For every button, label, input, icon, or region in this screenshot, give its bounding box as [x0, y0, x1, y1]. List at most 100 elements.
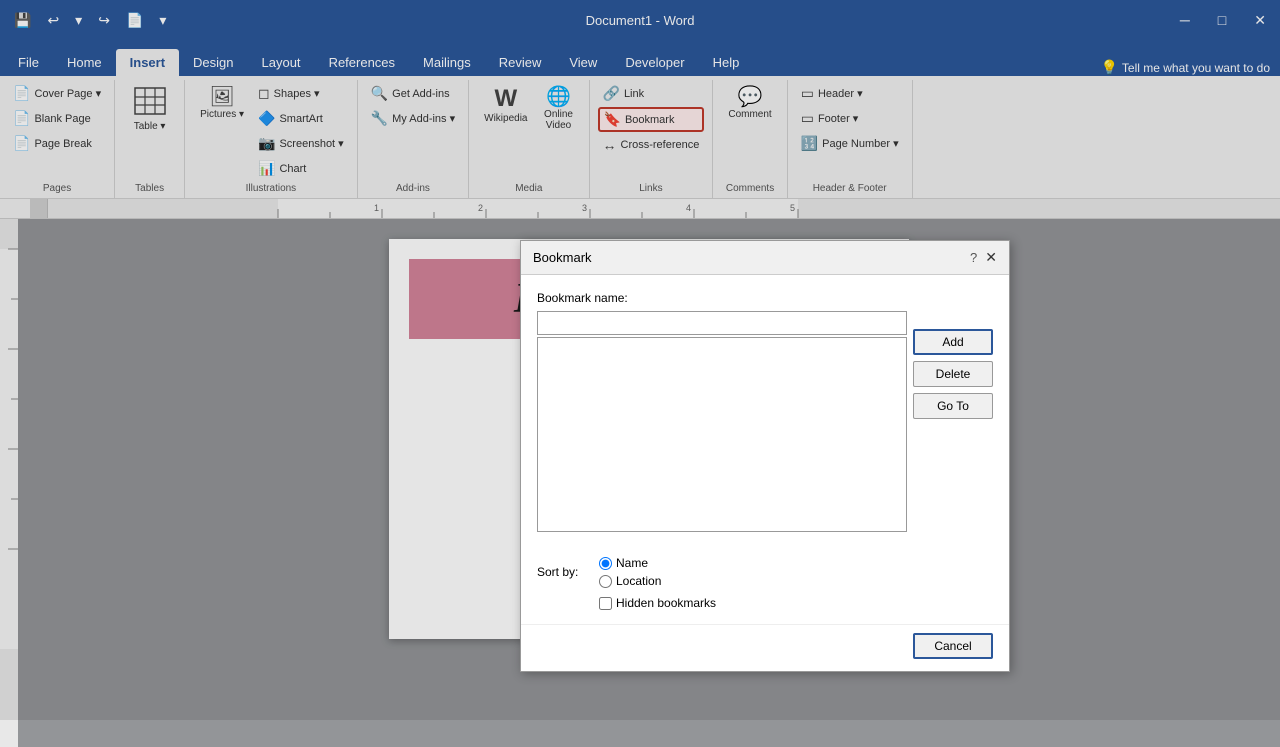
- vertical-ruler: 1 2: [0, 219, 18, 747]
- link-label: Link: [624, 88, 644, 100]
- add-button[interactable]: Add: [913, 329, 993, 355]
- cross-reference-button[interactable]: ↔ Cross-reference: [598, 134, 705, 156]
- get-addins-button[interactable]: 🔍 Get Add-ins: [366, 82, 460, 105]
- dialog-footer: Sort by: Name Location Hidden bookmarks: [521, 548, 1009, 624]
- smartart-button[interactable]: 🔷 SmartArt: [253, 107, 349, 130]
- dialog-help-button[interactable]: ?: [970, 250, 977, 265]
- header-footer-label: Header & Footer: [796, 180, 904, 198]
- ruler-corner: [30, 199, 48, 219]
- tab-mailings[interactable]: Mailings: [409, 49, 485, 76]
- blank-page-label: Blank Page: [34, 113, 90, 125]
- hidden-bookmarks-label: Hidden bookmarks: [616, 596, 716, 610]
- quick-access-toolbar: 💾 ↩ ▾ ↪ 📄 ▾: [10, 10, 170, 31]
- sort-by-label: Sort by:: [537, 565, 587, 579]
- svg-text:1: 1: [374, 203, 379, 213]
- save-button[interactable]: 💾: [10, 10, 35, 31]
- redo-button[interactable]: ↪: [94, 10, 114, 31]
- comments-label: Comments: [721, 180, 778, 198]
- tab-insert[interactable]: Insert: [116, 49, 179, 76]
- tables-items: Table ▾: [127, 82, 173, 180]
- maximize-button[interactable]: □: [1214, 10, 1230, 30]
- smartart-icon: 🔷: [258, 110, 275, 127]
- ribbon-tabs: File Home Insert Design Layout Reference…: [0, 40, 1280, 76]
- online-video-button[interactable]: 🌐 OnlineVideo: [537, 82, 581, 136]
- illustrations-label: Illustrations: [193, 180, 349, 198]
- illustrations-col: ◻ Shapes ▾ 🔷 SmartArt 📷 Screenshot ▾ 📊 C…: [253, 82, 349, 180]
- hidden-bookmarks-checkbox[interactable]: [599, 597, 612, 610]
- page-break-button[interactable]: 📄 Page Break: [8, 132, 106, 155]
- sort-name-radio[interactable]: [599, 557, 612, 570]
- cross-reference-label: Cross-reference: [621, 139, 700, 151]
- sort-name-option[interactable]: Name: [599, 556, 661, 570]
- tab-help[interactable]: Help: [699, 49, 754, 76]
- table-label: Table ▾: [134, 121, 166, 132]
- svg-text:5: 5: [790, 203, 795, 213]
- ribbon-group-media: W Wikipedia 🌐 OnlineVideo Media: [469, 80, 589, 198]
- cover-page-label: Cover Page ▾: [34, 87, 101, 100]
- tab-review[interactable]: Review: [485, 49, 556, 76]
- link-icon: 🔗: [603, 85, 620, 102]
- wikipedia-label: Wikipedia: [484, 113, 527, 124]
- bookmark-name-label: Bookmark name:: [537, 291, 899, 305]
- page-number-button[interactable]: 🔢 Page Number ▾: [796, 132, 904, 155]
- footer-icon: ▭: [801, 110, 814, 127]
- hidden-bookmarks-option[interactable]: Hidden bookmarks: [599, 596, 993, 610]
- pictures-button[interactable]: 🖼 Pictures ▾: [193, 82, 251, 125]
- qat-dropdown-button[interactable]: ▾: [155, 10, 170, 31]
- tab-layout[interactable]: Layout: [248, 49, 315, 76]
- screenshot-icon: 📷: [258, 135, 275, 152]
- tab-home[interactable]: Home: [53, 49, 116, 76]
- tab-design[interactable]: Design: [179, 49, 247, 76]
- header-button[interactable]: ▭ Header ▾: [796, 82, 904, 105]
- pictures-label: Pictures ▾: [200, 109, 244, 120]
- cancel-button[interactable]: Cancel: [913, 633, 993, 659]
- tab-view[interactable]: View: [555, 49, 611, 76]
- window-title: Document1 - Word: [586, 13, 695, 28]
- wikipedia-button[interactable]: W Wikipedia: [477, 82, 534, 129]
- bookmark-list[interactable]: [537, 337, 907, 532]
- tell-me-label[interactable]: Tell me what you want to do: [1122, 61, 1270, 75]
- new-doc-button[interactable]: 📄: [122, 10, 147, 31]
- minimize-button[interactable]: ─: [1176, 10, 1194, 30]
- dialog-close-button[interactable]: ✕: [985, 249, 997, 266]
- undo-button[interactable]: ↩: [43, 10, 63, 31]
- ribbon-group-header-footer: ▭ Header ▾ ▭ Footer ▾ 🔢 Page Number ▾ He…: [788, 80, 913, 198]
- comment-icon: 💬: [738, 87, 763, 107]
- dialog-body: Bookmark name: Add Delete Go To: [521, 275, 1009, 548]
- close-button[interactable]: ✕: [1250, 10, 1270, 31]
- online-video-label: OnlineVideo: [544, 109, 573, 131]
- link-button[interactable]: 🔗 Link: [598, 82, 705, 105]
- table-button[interactable]: Table ▾: [127, 82, 173, 137]
- sort-location-option[interactable]: Location: [599, 574, 661, 588]
- goto-button[interactable]: Go To: [913, 393, 993, 419]
- lightbulb-icon: 💡: [1100, 59, 1117, 76]
- tab-file[interactable]: File: [4, 49, 53, 76]
- sort-location-radio[interactable]: [599, 575, 612, 588]
- cover-page-button[interactable]: 📄 Cover Page ▾: [8, 82, 106, 105]
- horizontal-ruler: 1 2 3 4 5: [48, 199, 1280, 219]
- undo-dropdown-button[interactable]: ▾: [71, 10, 86, 31]
- tab-references[interactable]: References: [315, 49, 409, 76]
- illustrations-items: 🖼 Pictures ▾ ◻ Shapes ▾ 🔷 SmartArt 📷 Scr…: [193, 82, 349, 180]
- page-number-icon: 🔢: [801, 135, 818, 152]
- pages-col: 📄 Cover Page ▾ 📄 Blank Page 📄 Page Break: [8, 82, 106, 155]
- chart-button[interactable]: 📊 Chart: [253, 157, 349, 180]
- header-icon: ▭: [801, 85, 814, 102]
- bookmark-ribbon-icon: 🔖: [604, 111, 621, 128]
- shapes-button[interactable]: ◻ Shapes ▾: [253, 82, 349, 105]
- screenshot-button[interactable]: 📷 Screenshot ▾: [253, 132, 349, 155]
- media-items: W Wikipedia 🌐 OnlineVideo: [477, 82, 580, 180]
- comment-button[interactable]: 💬 Comment: [721, 82, 778, 125]
- addins-col: 🔍 Get Add-ins 🔧 My Add-ins ▾: [366, 82, 460, 130]
- bookmark-label: Bookmark: [625, 114, 675, 126]
- bookmark-name-input[interactable]: [537, 311, 907, 335]
- footer-button[interactable]: ▭ Footer ▾: [796, 107, 904, 130]
- blank-page-button[interactable]: 📄 Blank Page: [8, 107, 106, 130]
- bookmark-button[interactable]: 🔖 Bookmark: [598, 107, 705, 132]
- title-bar: 💾 ↩ ▾ ↪ 📄 ▾ Document1 - Word ─ □ ✕: [0, 0, 1280, 40]
- delete-button[interactable]: Delete: [913, 361, 993, 387]
- tab-developer[interactable]: Developer: [611, 49, 698, 76]
- blank-page-icon: 📄: [13, 110, 30, 127]
- my-addins-button[interactable]: 🔧 My Add-ins ▾: [366, 107, 460, 130]
- smartart-label: SmartArt: [279, 113, 322, 125]
